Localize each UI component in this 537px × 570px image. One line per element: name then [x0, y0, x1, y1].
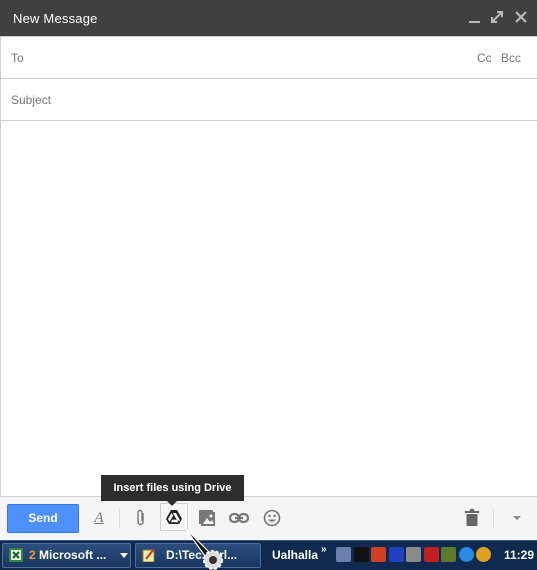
tray-icon[interactable]	[458, 547, 474, 562]
taskbar-item-notepad[interactable]: D:\Tec...url...	[135, 543, 261, 568]
system-clock[interactable]: 11:29 A	[504, 548, 537, 562]
tray-icon[interactable]	[423, 547, 439, 562]
task-count: 2	[29, 548, 36, 562]
to-field[interactable]: To Cc Bcc	[0, 36, 537, 78]
insert-drive-button[interactable]	[160, 503, 188, 531]
close-icon[interactable]	[514, 10, 528, 24]
google-drive-icon	[166, 510, 182, 524]
smiley-icon	[263, 509, 281, 527]
text-format-icon: A	[94, 509, 104, 526]
insert-photo-button[interactable]	[194, 505, 220, 531]
toolbar-divider	[119, 509, 120, 529]
compose-toolbar: Send A	[0, 496, 537, 540]
task-label: D:\Tec...url...	[166, 548, 238, 562]
send-button[interactable]: Send	[7, 504, 79, 533]
tray-icon[interactable]	[406, 547, 421, 562]
toolbar-overflow-chevron[interactable]: »	[321, 544, 327, 555]
taskbar-item-excel[interactable]: 2 Microsoft ...	[2, 543, 131, 568]
compose-title: New Message	[13, 11, 98, 26]
tray-icon[interactable]	[371, 547, 386, 562]
more-options-button[interactable]	[504, 505, 530, 531]
drive-tooltip: Insert files using Drive	[101, 475, 244, 506]
message-body[interactable]	[0, 121, 537, 496]
bcc-link[interactable]: Bcc	[501, 51, 521, 65]
trash-icon	[465, 509, 479, 526]
windows-taskbar: 2 Microsoft ... D:\Tec...url... Ualhalla…	[0, 540, 537, 570]
compose-title-bar[interactable]: New Message	[0, 0, 537, 36]
chevron-down-icon[interactable]	[120, 553, 128, 558]
toolbar-divider	[493, 509, 494, 529]
paperclip-icon	[137, 509, 144, 526]
tray-icon[interactable]	[441, 547, 456, 562]
minimize-icon[interactable]	[468, 10, 482, 24]
compose-window: New Message To Cc Bcc Subject Send A	[0, 0, 537, 540]
formatting-options-button[interactable]: A	[86, 505, 112, 531]
excel-icon	[9, 548, 23, 562]
tray-icon[interactable]	[353, 547, 369, 562]
tray-icon[interactable]	[476, 547, 491, 562]
quicklaunch-toolbar-label[interactable]: Ualhalla	[272, 548, 318, 562]
tray-icon[interactable]	[388, 547, 404, 562]
tray-icon[interactable]	[336, 547, 351, 562]
to-label: To	[11, 51, 24, 65]
expand-icon[interactable]	[490, 10, 504, 24]
chevron-down-icon	[513, 516, 521, 520]
link-icon	[229, 512, 249, 524]
subject-placeholder: Subject	[11, 93, 52, 107]
insert-emoticon-button[interactable]	[259, 505, 285, 531]
photo-icon	[199, 510, 215, 526]
task-label: Microsoft ...	[39, 548, 107, 562]
insert-link-button[interactable]	[226, 505, 252, 531]
subject-field[interactable]: Subject	[0, 78, 537, 121]
notepad-icon	[142, 548, 155, 562]
cc-link[interactable]: Cc	[477, 51, 492, 65]
discard-draft-button[interactable]	[459, 505, 485, 531]
attach-files-button[interactable]	[128, 505, 154, 531]
